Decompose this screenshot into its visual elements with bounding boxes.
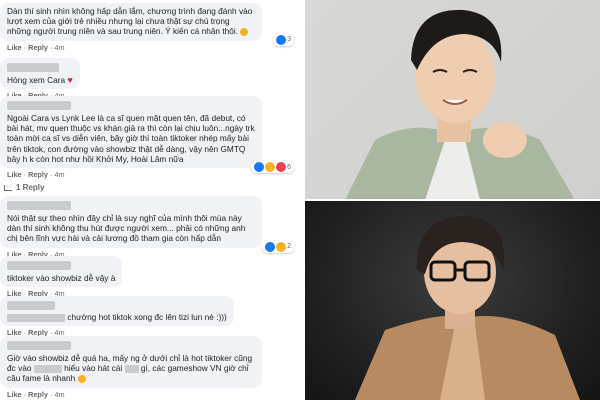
comment-text: tiktoker vào showbiz dễ vậy à xyxy=(7,273,116,283)
view-replies-link[interactable]: 1 Reply xyxy=(0,183,262,192)
comment-text: hiểu vào hát cái xyxy=(64,363,123,374)
comment-bubble: chường hot tiktok xong đc lên tizi lun n… xyxy=(0,296,234,327)
like-link[interactable]: Like xyxy=(7,170,22,179)
comment-bubble: Dàn thí sinh nhìn không hấp dẫn lắm, chư… xyxy=(0,3,294,46)
haha-reaction-icon xyxy=(265,162,276,173)
haha-reaction-icon xyxy=(276,241,287,252)
laugh-emoji-icon xyxy=(77,375,86,384)
comment-time: 4m xyxy=(54,389,65,399)
comment-bubble: Nói thật sự theo nhìn đây chỉ là suy ngh… xyxy=(0,196,294,253)
reaction-summary[interactable]: 3 xyxy=(273,33,294,46)
comment-text: Nói thật sự theo nhìn đây chỉ là suy ngh… xyxy=(7,213,246,244)
like-link[interactable]: Like xyxy=(7,43,22,52)
comment-text: Hóng xem Cara xyxy=(7,75,66,85)
reply-link[interactable]: Reply xyxy=(28,390,48,399)
photo-divider xyxy=(305,199,600,201)
comment-item: Ngoài Cara vs Lynk Lee là ca sĩ quen mặt… xyxy=(0,96,294,192)
comment-meta: Like · Reply · 4m xyxy=(7,170,65,180)
comment-bubble: Ngoài Cara vs Lynk Lee là ca sĩ quen mặt… xyxy=(0,96,294,174)
comment-text: chường hot tiktok xong đc lên tizi lun n… xyxy=(67,312,227,322)
portrait-illustration xyxy=(355,216,580,400)
love-reaction-icon xyxy=(276,162,287,173)
comment-text: Dàn thí sinh nhìn không hấp dẫn lắm, chư… xyxy=(7,6,253,37)
comments-panel: Dàn thí sinh nhìn không hấp dẫn lắm, chư… xyxy=(0,0,305,400)
comment-bubble: tiktoker vào showbiz dễ vậy à xyxy=(0,256,123,288)
comment-item: chường hot tiktok xong đc lên tizi lun n… xyxy=(0,296,234,337)
reply-link[interactable]: Reply xyxy=(28,170,48,179)
portrait-photo-top xyxy=(305,0,600,200)
comment-text: Ngoài Cara vs Lynk Lee là ca sĩ quen mặt… xyxy=(7,113,255,164)
redacted-text xyxy=(7,313,65,322)
redacted-author-name xyxy=(7,201,71,210)
comment-meta: Like · Reply · 4m xyxy=(7,42,65,52)
reaction-count: 6 xyxy=(287,163,291,171)
redacted-author-name xyxy=(7,101,71,110)
like-reaction-icon xyxy=(276,34,287,45)
reply-link[interactable]: Reply xyxy=(28,43,48,52)
comment-meta: Like · Reply · 4m xyxy=(7,389,65,399)
comment-bubble: Giờ vào showbiz dễ quá ha, mấy ng ở dưới… xyxy=(0,336,262,388)
reaction-summary[interactable]: 6 xyxy=(251,161,294,174)
redacted-text xyxy=(124,365,139,374)
comment-item: Hóng xem Cara ♥ Like · Reply · 4m xyxy=(0,58,80,100)
comment-item: tiktoker vào showbiz dễ vậy à Like · Rep… xyxy=(0,256,123,298)
view-replies-label: 1 Reply xyxy=(16,183,45,193)
redacted-author-name xyxy=(7,341,71,350)
comment-item: Nói thật sự theo nhìn đây chỉ là suy ngh… xyxy=(0,196,294,259)
comment-item: Giờ vào showbiz dễ quá ha, mấy ng ở dưới… xyxy=(0,336,262,399)
smile-emoji-icon xyxy=(240,28,249,37)
redacted-author-name xyxy=(7,301,55,310)
like-link[interactable]: Like xyxy=(7,390,22,399)
comment-bubble: Hóng xem Cara ♥ xyxy=(0,58,80,90)
like-reaction-icon xyxy=(265,241,276,252)
redacted-text xyxy=(33,365,62,374)
redacted-author-name xyxy=(7,63,59,72)
comment-item: Dàn thí sinh nhìn không hấp dẫn lắm, chư… xyxy=(0,3,294,52)
like-reaction-icon xyxy=(254,162,265,173)
comment-time: 4m xyxy=(54,42,65,52)
redacted-author-name xyxy=(7,261,71,270)
reaction-summary[interactable]: 2 xyxy=(262,240,294,253)
portrait-photo-bottom xyxy=(305,200,600,400)
portrait-illustration xyxy=(345,9,575,200)
reaction-count: 3 xyxy=(287,36,291,44)
comment-time: 4m xyxy=(54,170,65,180)
reaction-count: 2 xyxy=(287,243,291,251)
heart-emoji-icon: ♥ xyxy=(67,75,73,85)
reply-arrow-icon xyxy=(4,184,12,191)
